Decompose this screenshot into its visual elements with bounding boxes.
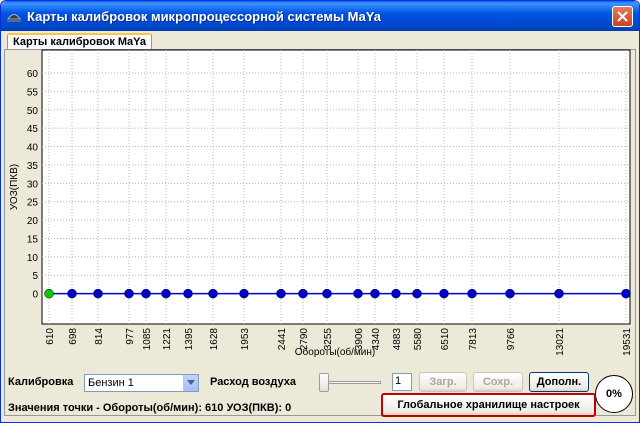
data-point (141, 288, 151, 299)
data-point (208, 288, 218, 299)
calibration-chart[interactable]: 0 5 10 15 20 25 30 35 40 45 50 55 60 610 698 814 977 1085… (1, 1, 639, 371)
x-tick-label: 19531 (622, 328, 633, 356)
data-point (322, 288, 332, 299)
y-tick-label: 25 (27, 198, 39, 209)
x-tick-label: 1085 (142, 328, 153, 351)
progress-percent: 0% (595, 375, 633, 413)
x-tick-label: 9766 (506, 328, 517, 351)
data-point (93, 288, 103, 299)
data-point (239, 288, 249, 299)
data-point (467, 288, 477, 299)
data-point (298, 288, 308, 299)
y-tick-label: 35 (27, 161, 39, 172)
x-tick-label: 977 (125, 328, 136, 345)
data-point (554, 288, 564, 299)
x-tick-label: 1953 (240, 328, 251, 351)
data-point (44, 288, 54, 299)
point-values-status: Значения точки - Обороты(об/мин): 610 УО… (8, 402, 292, 414)
y-tick-label: 15 (27, 234, 39, 245)
calibration-select-value: Бензин 1 (88, 377, 134, 389)
x-tick-label: 6510 (440, 328, 451, 351)
data-point (67, 288, 77, 299)
x-tick-label: 1628 (209, 328, 220, 351)
x-tick-label: 7813 (468, 328, 479, 351)
y-tick-label: 60 (27, 69, 39, 80)
y-tick-label: 20 (27, 216, 39, 227)
airflow-value-field[interactable]: 1 (392, 373, 412, 391)
data-point (412, 288, 422, 299)
x-tick-label: 4883 (392, 328, 403, 351)
y-tick-label: 30 (27, 179, 39, 190)
airflow-label: Расход воздуха (210, 376, 297, 388)
y-axis-label: УОЗ(ПКВ) (9, 164, 20, 210)
calibration-window: Карты калибровок микропроцессорной систе… (0, 0, 640, 423)
x-tick-label: 610 (45, 328, 56, 345)
y-tick-label: 45 (27, 124, 39, 135)
global-storage-button[interactable]: Глобальное хранилище настроек (381, 393, 596, 417)
x-axis-label: Обороты(об/мин) (295, 346, 375, 358)
y-tick-label: 5 (32, 271, 38, 282)
data-point (505, 288, 515, 299)
data-point (183, 288, 193, 299)
calibration-select[interactable]: Бензин 1 (84, 374, 199, 392)
data-point (370, 288, 380, 299)
x-tick-label: 1221 (162, 328, 173, 351)
data-point (124, 288, 134, 299)
y-tick-label: 40 (27, 143, 39, 154)
airflow-slider-thumb[interactable] (319, 373, 329, 392)
calibration-label: Калибровка (8, 376, 74, 388)
x-tick-label: 5580 (413, 328, 424, 351)
data-point (161, 288, 171, 299)
y-tick-label: 10 (27, 253, 39, 264)
x-tick-label: 1395 (184, 328, 195, 351)
data-point (391, 288, 401, 299)
data-point (353, 288, 363, 299)
data-point (621, 288, 631, 299)
y-tick-label: 55 (27, 87, 39, 98)
chevron-down-icon (187, 380, 195, 385)
data-point (276, 288, 286, 299)
load-button[interactable]: Загр. (419, 372, 467, 392)
y-tick-label: 50 (27, 106, 39, 117)
x-tick-label: 814 (94, 328, 105, 345)
x-tick-label: 13021 (555, 328, 566, 356)
x-tick-label: 2441 (277, 328, 288, 351)
save-button[interactable]: Сохр. (473, 372, 523, 392)
more-button[interactable]: Дополн. (529, 372, 589, 392)
x-tick-label: 698 (68, 328, 79, 345)
data-point (439, 288, 449, 299)
y-tick-label: 0 (32, 290, 38, 301)
dropdown-button[interactable] (183, 375, 198, 391)
